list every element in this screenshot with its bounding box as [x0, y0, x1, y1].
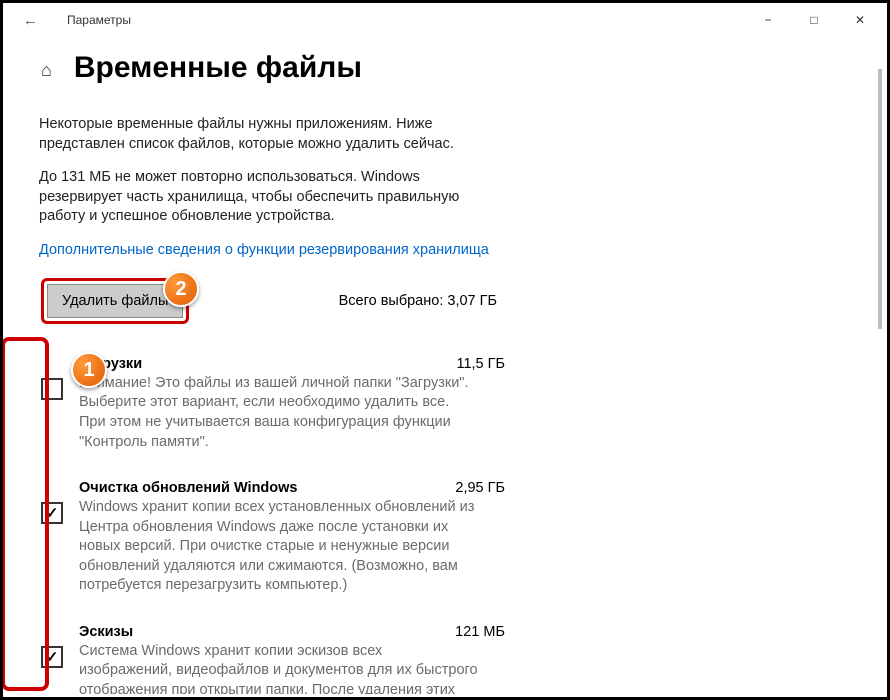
scrollbar[interactable] [878, 69, 882, 329]
back-button[interactable]: ← [23, 12, 49, 29]
checkbox-thumbnails[interactable] [41, 646, 63, 668]
list-item: Эскизы 121 МБ Система Windows хранит коп… [41, 618, 519, 694]
page-title: Временные файлы [74, 51, 362, 85]
item-description: Система Windows хранит копии эскизов все… [79, 642, 479, 694]
maximize-button[interactable]: □ [791, 5, 837, 35]
item-size: 2,95 ГБ [455, 480, 519, 496]
item-size: 121 МБ [455, 624, 519, 640]
minimize-button[interactable]: − [745, 5, 791, 35]
item-description: Windows хранит копии всех установленных … [79, 498, 479, 596]
remove-files-button[interactable]: Удалить файлы [47, 284, 183, 318]
item-size: 11,5 ГБ [456, 356, 519, 372]
item-title: Эскизы [79, 624, 133, 640]
item-title: Очистка обновлений Windows [79, 480, 297, 496]
item-description: Внимание! Это файлы из вашей личной папк… [79, 374, 479, 452]
annotation-highlight-remove: Удалить файлы [41, 278, 189, 324]
checkbox-downloads[interactable] [41, 378, 63, 400]
intro-paragraph-1: Некоторые временные файлы нужны приложен… [39, 115, 479, 154]
intro-paragraph-2: До 131 МБ не может повторно использовать… [39, 168, 479, 227]
window-title: Параметры [49, 13, 745, 27]
storage-reserve-link[interactable]: Дополнительные сведения о функции резерв… [39, 242, 489, 258]
temp-files-list: Загрузки 11,5 ГБ Внимание! Это файлы из … [39, 350, 519, 694]
home-icon[interactable]: ⌂ [41, 60, 52, 81]
list-item: Очистка обновлений Windows 2,95 ГБ Windo… [41, 474, 519, 618]
list-item: Загрузки 11,5 ГБ Внимание! Это файлы из … [41, 350, 519, 474]
checkbox-windows-update-cleanup[interactable] [41, 502, 63, 524]
selected-total-label: Всего выбрано: 3,07 ГБ [339, 293, 509, 309]
close-button[interactable]: ✕ [837, 5, 883, 35]
item-title: Загрузки [79, 356, 142, 372]
